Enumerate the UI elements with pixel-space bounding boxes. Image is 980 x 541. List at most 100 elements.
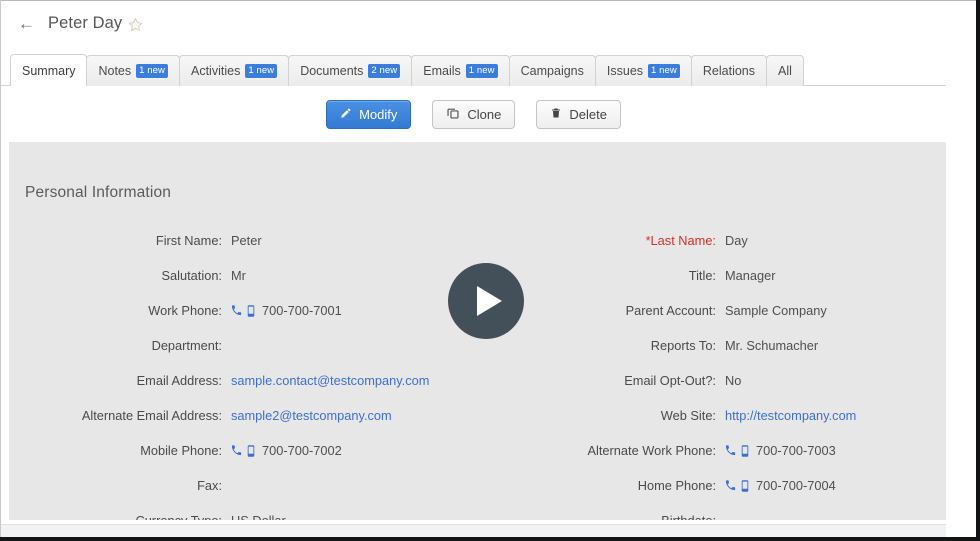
tab-new-badge: 1 new — [136, 64, 168, 78]
field-value[interactable]: sample2@testcompany.com — [231, 398, 579, 433]
field-value-text: Peter — [231, 233, 262, 248]
tab-emails[interactable]: Emails 1 new — [411, 55, 510, 86]
delete-button[interactable]: Delete — [536, 99, 621, 129]
mobile-phone-icon[interactable] — [247, 444, 255, 457]
field-value-text: Sample Company — [725, 303, 827, 318]
field-label: Alternate Work Phone: — [587, 443, 716, 458]
clone-button[interactable]: Clone — [432, 99, 516, 129]
telephone-icon[interactable] — [725, 480, 736, 491]
tab-new-badge: 1 new — [465, 64, 498, 78]
record-header: ← Peter Day — [1, 1, 946, 45]
field-value: No — [725, 363, 946, 398]
field-value: Peter — [231, 223, 579, 258]
tab-label: Activities — [191, 64, 241, 78]
field-value[interactable]: 700-700-7001 — [231, 293, 579, 328]
mobile-phone-icon[interactable] — [247, 304, 255, 317]
field-value-text[interactable]: sample2@testcompany.com — [231, 398, 392, 433]
play-button-overlay[interactable] — [448, 263, 524, 339]
tab-notes[interactable]: Notes 1 new — [86, 55, 180, 86]
modify-button[interactable]: Modify — [326, 99, 412, 129]
telephone-icon[interactable] — [231, 445, 242, 456]
telephone-icon[interactable] — [725, 445, 736, 456]
field-value[interactable]: sample.contact@testcompany.com — [231, 363, 579, 398]
telephone-icon[interactable] — [231, 305, 242, 316]
field-value-text: Mr. Schumacher — [725, 338, 819, 353]
tab-documents[interactable]: Documents 2 new — [288, 55, 413, 86]
pencil-icon — [340, 107, 352, 122]
vertical-scrollbar[interactable] — [963, 1, 976, 537]
section-title: Personal Information — [25, 184, 172, 201]
delete-button-label: Delete — [569, 106, 607, 122]
field-label: Department: — [151, 338, 222, 353]
field-label: Email Opt-Out?: — [624, 373, 716, 388]
field-value-text[interactable]: sample.contact@testcompany.com — [231, 363, 429, 398]
mobile-phone-icon[interactable] — [741, 444, 749, 457]
phone-icon-group — [231, 304, 255, 317]
field-value-text: Mr — [231, 268, 246, 283]
field-value[interactable]: 700-700-7004 — [725, 468, 946, 503]
mobile-phone-icon[interactable] — [741, 479, 749, 492]
field-value: Sample Company — [725, 293, 946, 328]
field-label: Web Site: — [660, 408, 716, 423]
field-value: Mr — [231, 258, 579, 293]
field-value[interactable]: 700-700-7003 — [725, 433, 946, 468]
tab-strip: Summary Notes 1 new Activities 1 new Document… — [1, 46, 946, 87]
tab-label: Documents — [300, 64, 364, 78]
star-outline-icon[interactable] — [128, 17, 143, 32]
field-label: Email Address: — [136, 373, 222, 388]
field-value-text: 700-700-7001 — [262, 303, 342, 318]
field-value — [231, 328, 579, 363]
clone-button-label: Clone — [467, 106, 502, 122]
phone-icon-group — [231, 444, 255, 457]
tab-relations[interactable]: Relations — [690, 55, 768, 86]
field-value-text: Manager — [725, 268, 776, 283]
field-value[interactable]: http://testcompany.com — [725, 398, 946, 433]
field-value: Day — [725, 223, 946, 258]
field-label: Mobile Phone: — [140, 443, 222, 458]
application-window: ← Peter Day Summary Notes 1 new Activities 1… — [0, 0, 980, 541]
tab-activities[interactable]: Activities 1 new — [179, 55, 290, 86]
field-value-text: Day — [725, 233, 748, 248]
tab-new-badge: 1 new — [245, 64, 278, 78]
window-border-bottom — [0, 537, 980, 541]
window-border-left — [0, 0, 1, 537]
action-toolbar: Modify Clone Delete — [1, 87, 946, 141]
field-value: US Dollar — [231, 503, 579, 520]
tab-all[interactable]: All — [766, 55, 804, 86]
field-label: Alternate Email Address: — [81, 408, 222, 423]
tab-label: Emails — [423, 64, 461, 78]
tab-list: Summary Notes 1 new Activities 1 new Document… — [10, 46, 804, 87]
field-value[interactable]: 700-700-7002 — [231, 433, 579, 468]
tab-label: Notes — [98, 64, 132, 78]
tab-label: Summary — [22, 63, 76, 78]
modify-button-label: Modify — [359, 106, 398, 122]
field-value — [725, 503, 946, 520]
tab-new-badge: 2 new — [368, 64, 401, 78]
window-border-top — [0, 0, 976, 1]
tab-campaigns[interactable]: Campaigns — [508, 55, 596, 86]
field-label: *Last Name: — [645, 233, 716, 248]
tab-issues[interactable]: Issues 1 new — [594, 55, 692, 86]
tab-label: Relations — [702, 64, 756, 78]
field-label: Birthdate: — [579, 503, 725, 520]
field-value-text: 700-700-7003 — [756, 443, 836, 458]
field-label: Fax: — [197, 478, 222, 493]
back-arrow-icon[interactable]: ← — [18, 15, 35, 32]
field-label: Work Phone: — [148, 303, 222, 318]
field-value-text: 700-700-7002 — [262, 443, 342, 458]
tab-label: All — [778, 64, 792, 78]
field-value-text: 700-700-7004 — [756, 478, 836, 493]
field-label: Home Phone: — [637, 478, 716, 493]
field-value-text[interactable]: http://testcompany.com — [725, 398, 856, 433]
field-value — [231, 468, 579, 503]
window-border-right — [976, 0, 980, 541]
copy-icon — [446, 106, 460, 123]
phone-icon-group — [725, 444, 749, 457]
field-value-text: US Dollar — [231, 503, 286, 520]
field-label: Salutation: — [161, 268, 222, 283]
tab-label: Campaigns — [520, 64, 584, 78]
tab-summary[interactable]: Summary — [10, 54, 88, 87]
horizontal-scrollbar[interactable] — [1, 524, 946, 537]
field-label: Reports To: — [650, 338, 716, 353]
field-label: First Name: — [155, 233, 222, 248]
